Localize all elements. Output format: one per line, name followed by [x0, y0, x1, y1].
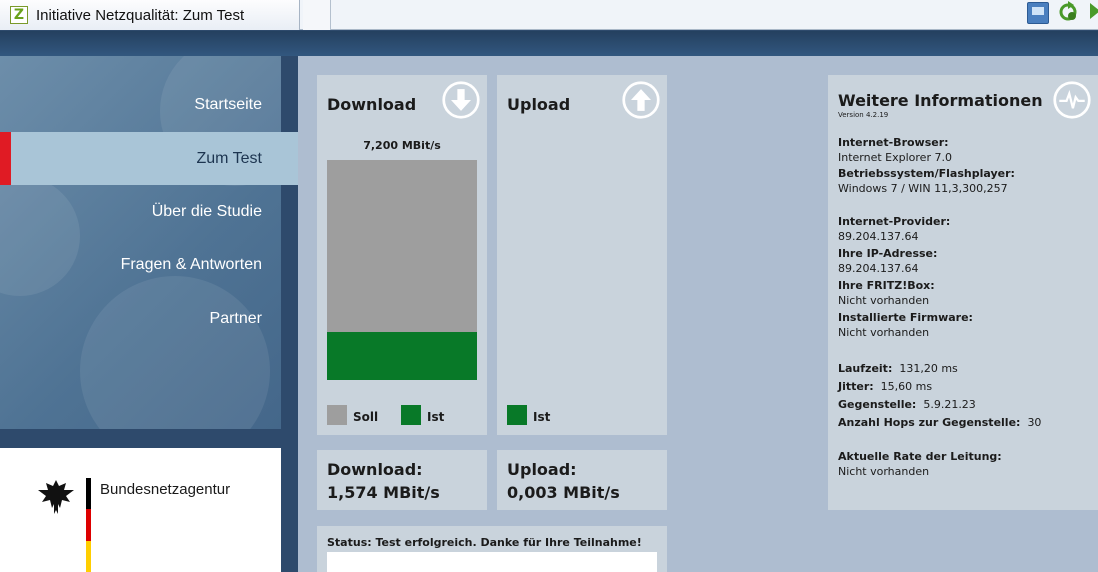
status-panel: Status: Test erfolgreich. Danke für Ihre… [317, 526, 667, 572]
pulse-circle-icon [1053, 81, 1091, 119]
legend-soll-label: Soll [353, 410, 379, 424]
info-hops: Anzahl Hops zur Gegenstelle: 30 [838, 416, 1042, 429]
info-fritz-label: Ihre FRITZ!Box: [838, 279, 935, 292]
legend-soll-swatch [327, 405, 347, 425]
new-tab-button[interactable] [303, 0, 331, 30]
info-os-label: Betriebssystem/Flashplayer: [838, 167, 1015, 180]
legend-ist-label: Ist [533, 410, 551, 424]
info-gegenstelle: Gegenstelle: 5.9.21.23 [838, 398, 976, 411]
info-browser-value: Internet Explorer 7.0 [838, 151, 952, 164]
info-provider-value: 89.204.137.64 [838, 230, 919, 243]
download-panel: Download 7,200 MBit/s Soll Ist [317, 75, 487, 435]
arrow-down-circle-icon [442, 81, 480, 119]
arrow-up-circle-icon [622, 81, 660, 119]
tab-title: Initiative Netzqualität: Zum Test [36, 6, 245, 24]
site-favicon-icon: Z [10, 6, 28, 24]
download-result: Download: 1,574 MBit/s [317, 450, 487, 510]
info-browser-label: Internet-Browser: [838, 136, 949, 149]
download-bar-ist [327, 331, 477, 380]
nav-item-partner[interactable]: Partner [0, 292, 281, 345]
info-provider-label: Internet-Provider: [838, 215, 951, 228]
info-ip-value: 89.204.137.64 [838, 262, 919, 275]
info-panel: Weitere Informationen Version 4.2.19 Int… [828, 75, 1098, 510]
refresh-icon[interactable] [1058, 0, 1080, 22]
upload-panel: Upload Ist [497, 75, 667, 435]
download-title: Download [327, 95, 417, 114]
info-laufzeit: Laufzeit: 131,20 ms [838, 362, 958, 375]
info-rate-label: Aktuelle Rate der Leitung: [838, 450, 1002, 463]
download-bar-soll [327, 160, 477, 380]
german-flag-bar [86, 478, 91, 572]
header-band [0, 31, 1098, 56]
download-result-value: 1,574 MBit/s [327, 483, 440, 502]
logo-text: Bundesnetzagentur [100, 481, 231, 498]
info-firmware-label: Installierte Firmware: [838, 311, 973, 324]
legend-ist-swatch [507, 405, 527, 425]
info-ip-label: Ihre IP-Adresse: [838, 247, 938, 260]
info-fritz-value: Nicht vorhanden [838, 294, 930, 307]
info-firmware-value: Nicht vorhanden [838, 326, 930, 339]
browser-tab[interactable]: Z Initiative Netzqualität: Zum Test [0, 0, 300, 30]
info-os-value: Windows 7 / WIN 11,3,300,257 [838, 182, 1008, 195]
info-title: Weitere Informationen [838, 91, 1043, 110]
upload-result: Upload: 0,003 MBit/s [497, 450, 667, 510]
info-rate-value: Nicht vorhanden [838, 465, 930, 478]
upload-result-value: 0,003 MBit/s [507, 483, 620, 502]
legend-ist-swatch [401, 405, 421, 425]
compatibility-view-icon[interactable] [1027, 2, 1049, 24]
forward-icon[interactable] [1084, 0, 1098, 22]
federal-eagle-icon [38, 480, 74, 514]
info-version: Version 4.2.19 [838, 111, 889, 119]
info-jitter: Jitter: 15,60 ms [838, 380, 933, 393]
upload-title: Upload [507, 95, 571, 114]
status-box [327, 552, 657, 572]
main-content: Download 7,200 MBit/s Soll Ist Upload Is… [298, 56, 1098, 572]
legend-ist-label: Ist [427, 410, 445, 424]
nav-item-fragen-antworten[interactable]: Fragen & Antworten [0, 238, 281, 291]
browser-tab-bar: Z Initiative Netzqualität: Zum Test [0, 0, 1098, 30]
status-text: Status: Test erfolgreich. Danke für Ihre… [327, 536, 642, 549]
upload-result-label: Upload: [507, 460, 577, 479]
bundesnetzagentur-logo[interactable]: Bundesnetzagentur [0, 448, 281, 572]
download-result-label: Download: [327, 460, 423, 479]
download-max-label: 7,200 MBit/s [363, 139, 441, 152]
nav-item-zum-test[interactable]: Zum Test [0, 132, 298, 185]
nav-item-ueber-die-studie[interactable]: Über die Studie [0, 185, 281, 238]
nav-item-startseite[interactable]: Startseite [0, 78, 281, 131]
